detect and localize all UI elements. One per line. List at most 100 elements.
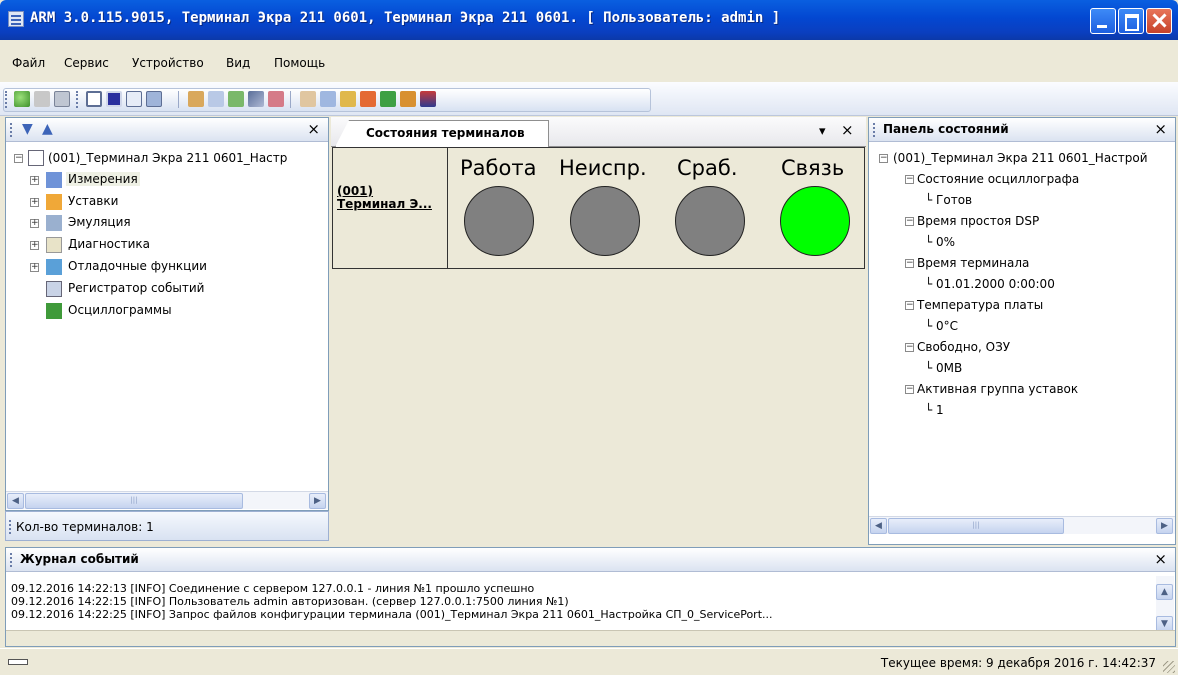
- current-time: Текущее время: 9 декабря 2016 г. 14:42:3…: [880, 656, 1156, 670]
- value-dsp-idle: └ 0%: [925, 235, 955, 249]
- menu-view[interactable]: Вид: [226, 56, 250, 70]
- value-free-ram: └ 0MB: [925, 361, 962, 375]
- scroll-thumb[interactable]: |||: [25, 493, 243, 509]
- node-collapse-icon[interactable]: −: [905, 259, 914, 268]
- journal-vscrollbar[interactable]: ▲ ▼: [1156, 576, 1174, 632]
- mail-icon[interactable]: [300, 91, 316, 107]
- book-icon[interactable]: [420, 91, 436, 107]
- minimize-button[interactable]: [1090, 8, 1116, 34]
- terminal-tree-panel: ▼ ▲ × − (001)_Терминал Экра 211 0601_Нас…: [5, 117, 329, 511]
- node-oscillograph-state[interactable]: Состояние осциллографа: [917, 172, 1079, 186]
- edit-icon[interactable]: [320, 91, 336, 107]
- terminal-code[interactable]: (001): [337, 185, 373, 197]
- move-down-icon[interactable]: ▼: [22, 121, 33, 137]
- connect-icon[interactable]: [14, 91, 30, 107]
- journal-line: 09.12.2016 14:22:15 [INFO] Пользователь …: [11, 595, 569, 608]
- toolbar-grip[interactable]: [5, 91, 8, 108]
- tree-item-settings[interactable]: Уставки: [68, 194, 118, 208]
- window-icon[interactable]: [146, 91, 162, 107]
- terminal-state-grid: (001) Терминал Э... Работа Неиспр. Сраб.…: [332, 147, 865, 269]
- tab-list-icon[interactable]: ▾: [819, 124, 826, 139]
- expand-icon[interactable]: +: [30, 219, 39, 228]
- tree-root-label[interactable]: (001)_Терминал Экра 211 0601_Настр: [48, 151, 287, 165]
- scroll-thumb[interactable]: |||: [888, 518, 1064, 534]
- scroll-left-button[interactable]: ◀: [7, 493, 24, 509]
- settings-icon[interactable]: [400, 91, 416, 107]
- scroll-right-button[interactable]: ▶: [309, 493, 326, 509]
- scroll-right-button[interactable]: ▶: [1156, 518, 1173, 534]
- node-collapse-icon[interactable]: −: [905, 301, 914, 310]
- export-icon[interactable]: [188, 91, 204, 107]
- tree-item-measurements[interactable]: Измерения: [66, 172, 140, 186]
- sync-icon[interactable]: [380, 91, 396, 107]
- work-lamp: [464, 186, 534, 256]
- expand-icon[interactable]: +: [30, 241, 39, 250]
- right-hscrollbar[interactable]: ◀ ||| ▶: [869, 516, 1175, 534]
- menu-bar: Файл Сервис Устройство Вид Помощь: [0, 40, 1178, 82]
- signal-icon[interactable]: [360, 91, 376, 107]
- disconnect-icon[interactable]: [34, 91, 50, 107]
- tree-line: └: [925, 319, 937, 333]
- tools-icon[interactable]: [268, 91, 284, 107]
- panel-icon[interactable]: [106, 91, 122, 107]
- node-active-group[interactable]: Активная группа уставок: [917, 382, 1078, 396]
- menu-service[interactable]: Сервис: [64, 56, 109, 70]
- tree-item-emulation[interactable]: Эмуляция: [68, 215, 131, 229]
- tree-collapse-icon[interactable]: −: [14, 154, 23, 163]
- settings-folder-icon: [46, 194, 62, 210]
- scroll-up-button[interactable]: ▲: [1156, 584, 1173, 600]
- report-icon[interactable]: [208, 91, 224, 107]
- tree-item-event-recorder[interactable]: Регистратор событий: [68, 281, 204, 295]
- network-icon[interactable]: [228, 91, 244, 107]
- left-hscrollbar[interactable]: ◀ ||| ▶: [6, 491, 328, 509]
- terminal-tree: − (001)_Терминал Экра 211 0601_Настр + И…: [6, 144, 328, 490]
- debug-icon: [46, 259, 62, 275]
- tab-terminal-states[interactable]: Состояния терминалов: [335, 120, 549, 147]
- diagnostics-icon: [46, 237, 62, 253]
- resize-grip[interactable]: [1163, 661, 1175, 673]
- close-status-panel-icon[interactable]: ×: [1154, 120, 1167, 138]
- menu-help[interactable]: Помощь: [274, 56, 325, 70]
- move-up-icon[interactable]: ▲: [42, 121, 53, 137]
- scroll-left-button[interactable]: ◀: [870, 518, 887, 534]
- value-active-group: └ 1: [925, 403, 944, 417]
- tree-item-diagnostics[interactable]: Диагностика: [68, 237, 150, 251]
- terminal-icon: [28, 150, 44, 166]
- node-dsp-idle[interactable]: Время простоя DSP: [917, 214, 1039, 228]
- node-free-ram[interactable]: Свободно, ОЗУ: [917, 340, 1010, 354]
- menu-file[interactable]: Файл: [12, 56, 45, 70]
- grip-icon: [10, 553, 12, 567]
- terminal-name[interactable]: Терминал Э...: [337, 197, 432, 211]
- node-collapse-icon[interactable]: −: [905, 343, 914, 352]
- tree-item-debug[interactable]: Отладочные функции: [68, 259, 207, 273]
- close-window-button[interactable]: [1146, 8, 1172, 34]
- node-collapse-icon[interactable]: −: [905, 385, 914, 394]
- maximize-button[interactable]: [1118, 8, 1144, 34]
- expand-icon[interactable]: +: [30, 198, 39, 207]
- folder-icon[interactable]: [340, 91, 356, 107]
- tree-line: └: [925, 277, 937, 291]
- tree-collapse-icon[interactable]: −: [879, 154, 888, 163]
- tree-item-oscillograms[interactable]: Осциллограммы: [68, 303, 172, 317]
- node-terminal-time[interactable]: Время терминала: [917, 256, 1029, 270]
- filter-icon[interactable]: [248, 91, 264, 107]
- list-icon[interactable]: [86, 91, 102, 107]
- tree-line: └: [925, 193, 937, 207]
- measurements-icon: [46, 172, 62, 188]
- tree-line: └: [925, 361, 937, 375]
- status-panel-header: Панель состояний ×: [869, 118, 1175, 142]
- node-collapse-icon[interactable]: −: [905, 217, 914, 226]
- col-trip: Сраб.: [677, 156, 738, 180]
- node-collapse-icon[interactable]: −: [905, 175, 914, 184]
- menu-device[interactable]: Устройство: [132, 56, 204, 70]
- close-journal-icon[interactable]: ×: [1154, 550, 1167, 568]
- expand-icon[interactable]: +: [30, 176, 39, 185]
- split-icon[interactable]: [126, 91, 142, 107]
- close-tab-icon[interactable]: ×: [841, 121, 854, 139]
- status-root-label[interactable]: (001)_Терминал Экра 211 0601_Настрой: [893, 151, 1148, 165]
- toolbar-grip-2[interactable]: [76, 91, 79, 108]
- node-board-temp[interactable]: Температура платы: [917, 298, 1043, 312]
- grid-icon[interactable]: [54, 91, 70, 107]
- close-left-panel-icon[interactable]: ×: [307, 120, 320, 138]
- expand-icon[interactable]: +: [30, 263, 39, 272]
